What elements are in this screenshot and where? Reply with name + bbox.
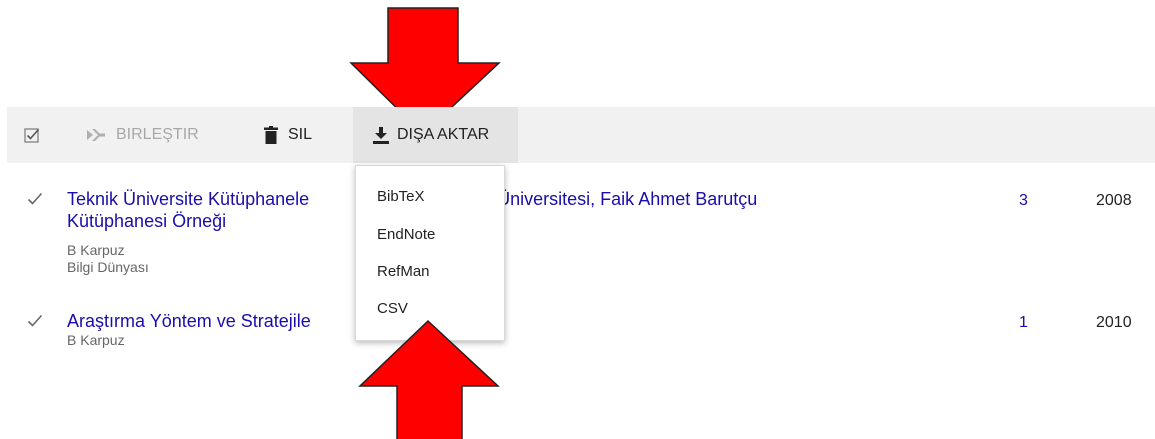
checkmark-icon[interactable] bbox=[27, 314, 43, 328]
result-title-line2: Kütüphanesi Örneği bbox=[67, 211, 227, 231]
merge-label: BIRLEŞTIR bbox=[116, 126, 199, 143]
result-year: 2010 bbox=[1096, 314, 1132, 331]
menu-item-bibtex[interactable]: BibTeX bbox=[377, 188, 425, 205]
cited-by-count[interactable]: 3 bbox=[1019, 192, 1028, 210]
result-row: Araştırma Yöntem ve Stratejile B Karpuz … bbox=[0, 310, 1155, 360]
merge-icon bbox=[87, 129, 105, 141]
toolbar: BIRLEŞTIR SIL DIŞA AKTAR bbox=[7, 107, 1155, 163]
result-title[interactable]: Araştırma Yöntem ve Stratejile bbox=[67, 310, 311, 332]
checkmark-icon[interactable] bbox=[27, 192, 43, 206]
export-label: DIŞA AKTAR bbox=[397, 126, 490, 143]
cited-by-count[interactable]: 1 bbox=[1019, 314, 1028, 332]
checkbox-icon bbox=[24, 128, 40, 143]
result-title-line1: Teknik Üniversite Kütüphanele bbox=[67, 189, 310, 209]
result-year: 2008 bbox=[1096, 192, 1132, 209]
delete-button[interactable]: SIL bbox=[264, 107, 312, 163]
red-arrow-up bbox=[358, 319, 500, 439]
result-title-line1: Araştırma Yöntem ve Stratejile bbox=[67, 311, 311, 331]
download-icon bbox=[373, 126, 389, 144]
menu-item-csv[interactable]: CSV bbox=[377, 300, 408, 317]
menu-item-endnote[interactable]: EndNote bbox=[377, 226, 435, 243]
result-author: B Karpuz bbox=[67, 242, 125, 258]
export-button[interactable]: DIŞA AKTAR bbox=[353, 107, 518, 163]
result-source: Bilgi Dünyası bbox=[67, 259, 149, 275]
delete-label: SIL bbox=[288, 126, 313, 143]
result-author: B Karpuz bbox=[67, 332, 125, 348]
select-all-checkbox[interactable] bbox=[24, 107, 40, 163]
menu-item-refman[interactable]: RefMan bbox=[377, 263, 430, 280]
result-row: Teknik Üniversite Kütüphanele knik Üniver… bbox=[0, 188, 1155, 288]
trash-icon bbox=[264, 126, 278, 144]
export-dropdown-menu: BibTeX EndNote RefMan CSV bbox=[355, 165, 505, 341]
merge-button[interactable]: BIRLEŞTIR bbox=[86, 107, 199, 163]
